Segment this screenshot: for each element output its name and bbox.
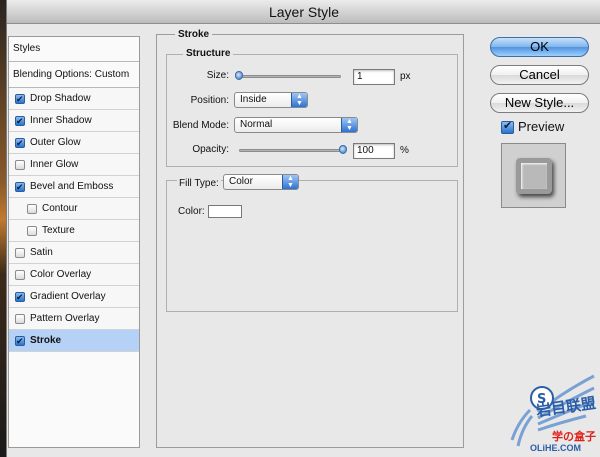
opacity-slider-thumb[interactable] [339,145,347,154]
style-item-gradient-overlay[interactable]: Gradient Overlay [9,286,139,308]
style-item-label: Texture [42,224,75,236]
style-item-label: Outer Glow [30,136,81,148]
position-select[interactable]: Inside ▲ ▼ [234,92,308,108]
style-item-inner-shadow[interactable]: Inner Shadow [9,110,139,132]
stroke-panel: Stroke Structure Size: 1 px Position: In… [156,29,464,448]
size-unit: px [400,71,411,82]
size-label: Size: [206,70,229,81]
style-item-drop-shadow[interactable]: Drop Shadow [9,88,139,110]
style-item-satin[interactable]: Satin [9,242,139,264]
fill-type-value: Color [229,176,253,187]
opacity-unit: % [400,145,409,156]
style-checkbox[interactable] [27,225,37,236]
style-checkbox[interactable] [27,203,37,214]
ok-button[interactable]: OK [490,37,589,57]
blend-mode-select[interactable]: Normal ▲ ▼ [234,117,358,133]
chevron-updown-icon: ▲ ▼ [341,118,357,132]
fill-type-group: Fill Type: Color ▲ ▼ Color: [166,174,458,312]
style-item-label: Bevel and Emboss [30,180,114,192]
position-label: Position: [190,95,229,106]
preview-label: Preview [518,119,565,134]
opacity-slider-track[interactable] [239,149,343,152]
blending-options-item[interactable]: Blending Options: Custom [9,62,139,88]
preview-checkbox[interactable] [501,119,514,134]
cancel-button[interactable]: Cancel [490,65,589,85]
style-item-label: Pattern Overlay [30,312,100,324]
structure-group: Structure Size: 1 px Position: Inside ▲ ▼… [166,48,458,167]
style-item-label: Satin [30,246,53,258]
window-title: Layer Style [268,4,340,20]
style-item-label: Gradient Overlay [30,290,106,302]
opacity-input[interactable]: 100 [353,143,395,159]
preview-frame-shape [516,158,552,194]
color-swatch[interactable] [208,205,242,218]
style-item-outer-glow[interactable]: Outer Glow [9,132,139,154]
style-item-inner-glow[interactable]: Inner Glow [9,154,139,176]
style-checkbox[interactable] [15,313,25,324]
style-item-contour[interactable]: Contour [9,198,139,220]
chevron-updown-icon: ▲ ▼ [291,93,307,107]
fill-type-label: Fill Type: [177,178,221,189]
opacity-label: Opacity: [192,144,229,155]
stroke-section-title: Stroke [175,29,213,40]
style-item-pattern-overlay[interactable]: Pattern Overlay [9,308,139,330]
watermark-red-text: 学の盒子 [552,431,596,443]
color-label: Color: [178,206,205,217]
new-style-button[interactable]: New Style... [490,93,589,113]
position-value: Inside [240,94,267,105]
style-item-texture[interactable]: Texture [9,220,139,242]
blend-mode-value: Normal [240,119,273,130]
style-checkbox[interactable] [15,247,25,258]
blend-mode-label: Blend Mode: [172,120,229,131]
size-slider-track[interactable] [235,75,341,78]
style-item-label: Drop Shadow [30,92,91,104]
styles-header[interactable]: Styles [9,37,139,62]
style-item-label: Inner Shadow [30,114,92,126]
style-checkbox[interactable] [15,269,25,280]
style-item-label: Contour [42,202,78,214]
style-preview-thumbnail [501,143,566,208]
style-checkbox[interactable] [15,331,25,351]
style-item-bevel-and-emboss[interactable]: Bevel and Emboss [9,176,139,198]
styles-list: Styles Blending Options: Custom Drop Sha… [8,36,140,448]
style-checkbox[interactable] [15,133,25,153]
style-checkbox[interactable] [15,111,25,131]
style-item-label: Color Overlay [30,268,92,280]
title-bar[interactable]: Layer Style [7,0,600,24]
style-checkbox[interactable] [15,159,25,170]
style-checkbox[interactable] [15,89,25,109]
watermark-url: OLiHE.COM [530,443,581,453]
style-item-label: Stroke [30,334,62,346]
style-item-color-overlay[interactable]: Color Overlay [9,264,139,286]
size-slider-thumb[interactable] [235,71,243,80]
structure-title: Structure [183,48,234,59]
style-checkbox[interactable] [15,177,25,197]
style-item-label: Inner Glow [30,158,79,170]
style-item-stroke[interactable]: Stroke [9,330,139,352]
size-input[interactable]: 1 [353,69,395,85]
chevron-updown-icon: ▲ ▼ [282,175,298,189]
style-checkbox[interactable] [15,287,25,307]
fill-type-select[interactable]: Color ▲ ▼ [223,174,299,190]
